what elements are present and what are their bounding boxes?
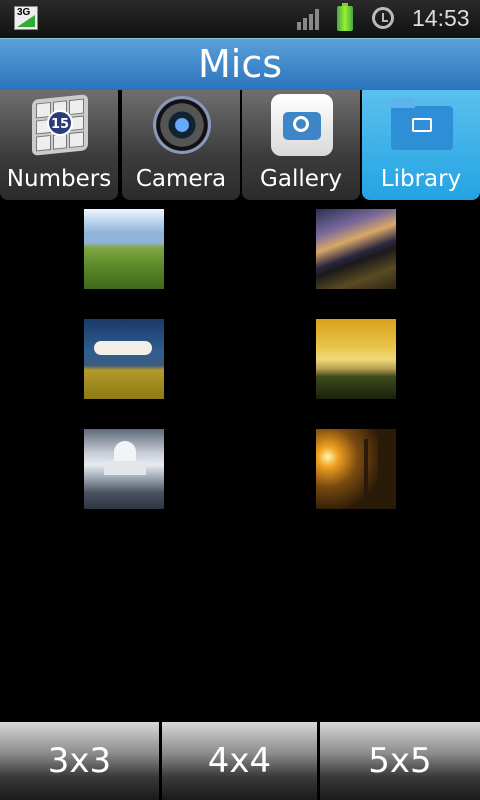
tab-label: Gallery [260, 166, 342, 192]
thumbnail-green-field[interactable] [84, 209, 164, 289]
tab-library[interactable]: Library [362, 90, 480, 200]
tree-trunk [364, 439, 368, 501]
alarm-clock-icon [372, 7, 394, 29]
tab-gallery[interactable]: Gallery [242, 90, 360, 200]
network-3g-icon: 3G [14, 6, 38, 30]
tab-numbers[interactable]: 15 Numbers [0, 90, 118, 200]
gallery-camera-icon [271, 94, 333, 156]
tab-label: Camera [135, 166, 227, 192]
tab-camera[interactable]: Camera [122, 90, 240, 200]
grid-4x4-button[interactable]: 4x4 [162, 722, 317, 800]
tab-label: Numbers [6, 166, 112, 192]
library-folder-icon [391, 94, 453, 156]
palace-base [104, 461, 146, 475]
status-time: 14:53 [412, 5, 470, 31]
numbers-cube-icon: 15 [29, 94, 91, 156]
numbers-badge: 15 [47, 110, 73, 136]
signal-strength-icon [297, 8, 323, 30]
cloud-shape [94, 341, 152, 355]
grid-size-bar: 3x3 4x4 5x5 [0, 722, 480, 800]
battery-icon [337, 3, 353, 31]
camera-lens-icon [151, 94, 213, 156]
grid-5x5-button[interactable]: 5x5 [320, 722, 480, 800]
thumbnail-taj-mahal[interactable] [84, 429, 164, 509]
tree-trunk [378, 439, 383, 501]
thumbnail-stormy-sky[interactable] [316, 209, 396, 289]
thumbnail-cloud-sunflowers[interactable] [84, 319, 164, 399]
app-title: Mics [0, 38, 480, 90]
palace-dome [114, 441, 136, 463]
status-bar: 3G 14:53 [0, 0, 480, 38]
thumbnail-golden-lake[interactable] [316, 319, 396, 399]
thumbnail-sunlit-forest[interactable] [316, 429, 396, 509]
tab-bar: 15 Numbers Camera Gallery Library [0, 90, 480, 202]
tab-label: Library [380, 166, 462, 192]
grid-3x3-button[interactable]: 3x3 [0, 722, 159, 800]
